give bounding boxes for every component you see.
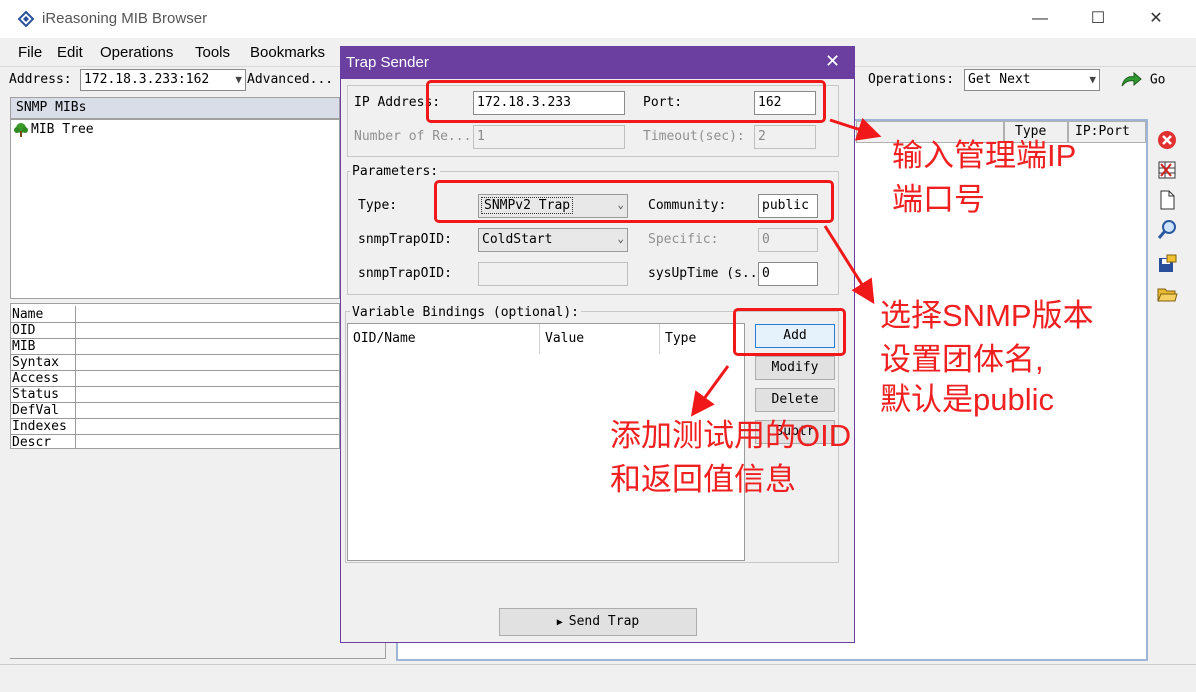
arrow-ip-port [829, 117, 882, 141]
annotation-ip-port-line1: 输入管理端IP [892, 138, 1077, 173]
annotation-add-line2: 和返回值信息 [610, 462, 796, 497]
annotation-version-line3: 默认是public [880, 382, 1054, 417]
annotation-version-line1: 选择SNMP版本 [880, 298, 1094, 333]
annotation-add-line1: 添加测试用的OID [610, 418, 852, 453]
annotation-version-line2: 设置团体名, [880, 342, 1044, 377]
arrow-add [690, 365, 730, 417]
arrow-version [823, 225, 875, 305]
annotation-ip-port-line2: 端口号 [892, 182, 985, 217]
